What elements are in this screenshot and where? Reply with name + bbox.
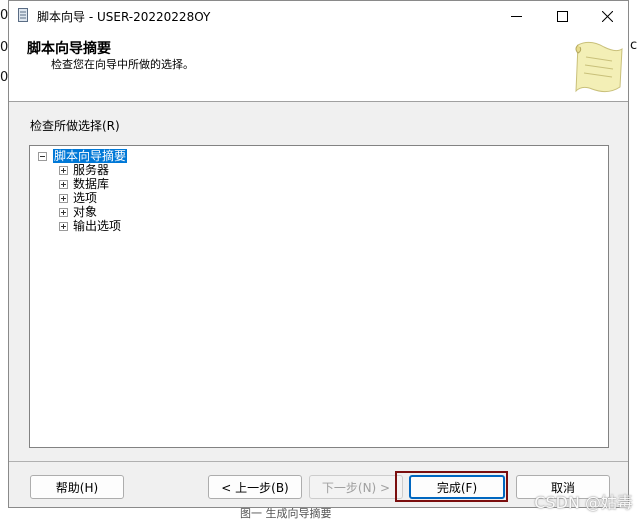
maximize-icon bbox=[556, 10, 568, 22]
tree-root-label: 脚本向导摘要 bbox=[53, 149, 128, 163]
minimize-icon bbox=[510, 15, 522, 17]
footer-divider bbox=[9, 461, 628, 462]
close-icon bbox=[601, 10, 613, 22]
expand-icon[interactable] bbox=[59, 208, 68, 217]
expand-icon[interactable] bbox=[59, 222, 68, 231]
expand-icon[interactable] bbox=[59, 166, 68, 175]
review-label: 检查所做选择(R) bbox=[30, 119, 120, 133]
minimize-button[interactable] bbox=[493, 1, 539, 31]
document-icon bbox=[18, 8, 28, 22]
tree-item-server[interactable]: 服务器 bbox=[73, 163, 109, 177]
close-button[interactable] bbox=[584, 1, 630, 31]
page-title: 脚本向导摘要 bbox=[27, 41, 111, 57]
background-text: c bbox=[630, 38, 637, 53]
tree-root[interactable]: 脚本向导摘要 bbox=[53, 149, 128, 163]
wizard-window: 脚本向导 - USER-20220228OY 脚本向导摘要 检查您在向导中所做的… bbox=[8, 0, 629, 508]
wizard-header: 脚本向导摘要 检查您在向导中所做的选择。 bbox=[9, 31, 628, 102]
scroll-icon bbox=[575, 41, 623, 93]
tree-item-output-options[interactable]: 输出选项 bbox=[73, 219, 121, 233]
collapse-icon[interactable] bbox=[38, 152, 47, 161]
tree-item-objects[interactable]: 对象 bbox=[73, 205, 97, 219]
help-button[interactable]: 帮助(H) bbox=[30, 475, 124, 499]
summary-tree[interactable]: 脚本向导摘要 服务器 数据库 选项 对象 输出选项 bbox=[29, 145, 609, 448]
tree-item-options[interactable]: 选项 bbox=[73, 191, 97, 205]
expand-icon[interactable] bbox=[59, 194, 68, 203]
finish-highlight-box bbox=[395, 471, 508, 502]
tree-item-database[interactable]: 数据库 bbox=[73, 177, 109, 191]
back-button[interactable]: < 上一步(B) bbox=[208, 475, 302, 499]
expand-icon[interactable] bbox=[59, 180, 68, 189]
watermark: CSDN @姑毒 bbox=[534, 493, 633, 512]
page-subtitle: 检查您在向导中所做的选择。 bbox=[51, 58, 194, 71]
title-bar: 脚本向导 - USER-20220228OY bbox=[9, 1, 628, 31]
next-button[interactable]: 下一步(N) > bbox=[309, 475, 403, 499]
window-title: 脚本向导 - USER-20220228OY bbox=[37, 10, 211, 24]
maximize-button[interactable] bbox=[539, 1, 585, 31]
